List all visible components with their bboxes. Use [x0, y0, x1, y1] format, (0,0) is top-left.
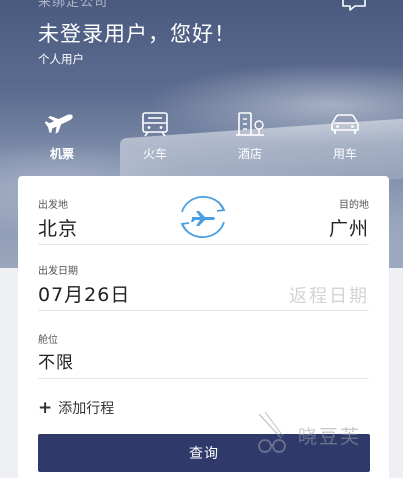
divider: [38, 310, 369, 311]
return-date-placeholder[interactable]: 返程日期: [289, 282, 369, 308]
depart-date[interactable]: 07月26日: [38, 280, 130, 307]
tab-car[interactable]: 用车: [310, 110, 380, 162]
tab-hotel[interactable]: 酒店: [215, 110, 285, 162]
tab-hotel-label: 酒店: [237, 147, 262, 161]
swap-cities-icon[interactable]: [174, 192, 232, 242]
service-tabs: 机票 火车 酒店 用车: [0, 110, 403, 166]
divider: [38, 378, 369, 379]
tab-flight[interactable]: 机票: [27, 110, 97, 162]
watermark: 晓豆芙: [253, 408, 383, 458]
plane-icon: [45, 114, 73, 135]
train-icon: [142, 112, 168, 137]
message-icon[interactable]: [341, 0, 367, 12]
watermark-text: 晓豆芙: [298, 426, 362, 448]
add-trip-button[interactable]: + 添加行程: [38, 398, 114, 418]
to-label: 目的地: [339, 200, 369, 211]
tab-train-label: 火车: [142, 147, 167, 161]
user-type-text: 个人用户: [38, 52, 84, 66]
company-label[interactable]: 来绑定公司: [38, 0, 108, 10]
add-trip-label: 添加行程: [58, 401, 115, 417]
to-city[interactable]: 广州: [329, 214, 369, 241]
plus-icon: +: [38, 398, 53, 418]
watermark-logo: [258, 411, 286, 453]
car-icon: [331, 114, 359, 134]
from-city[interactable]: 北京: [38, 214, 78, 241]
cabin-label: 舱位: [38, 335, 58, 346]
depart-date-label: 出发日期: [38, 266, 78, 277]
tab-car-label: 用车: [332, 147, 357, 161]
cabin-value[interactable]: 不限: [38, 348, 74, 373]
divider: [38, 244, 369, 245]
hotel-icon: [236, 112, 264, 136]
greeting-text: 未登录用户，您好！: [38, 22, 236, 46]
tab-flight-label: 机票: [49, 147, 74, 161]
from-label: 出发地: [38, 200, 68, 211]
tab-train[interactable]: 火车: [120, 110, 190, 162]
